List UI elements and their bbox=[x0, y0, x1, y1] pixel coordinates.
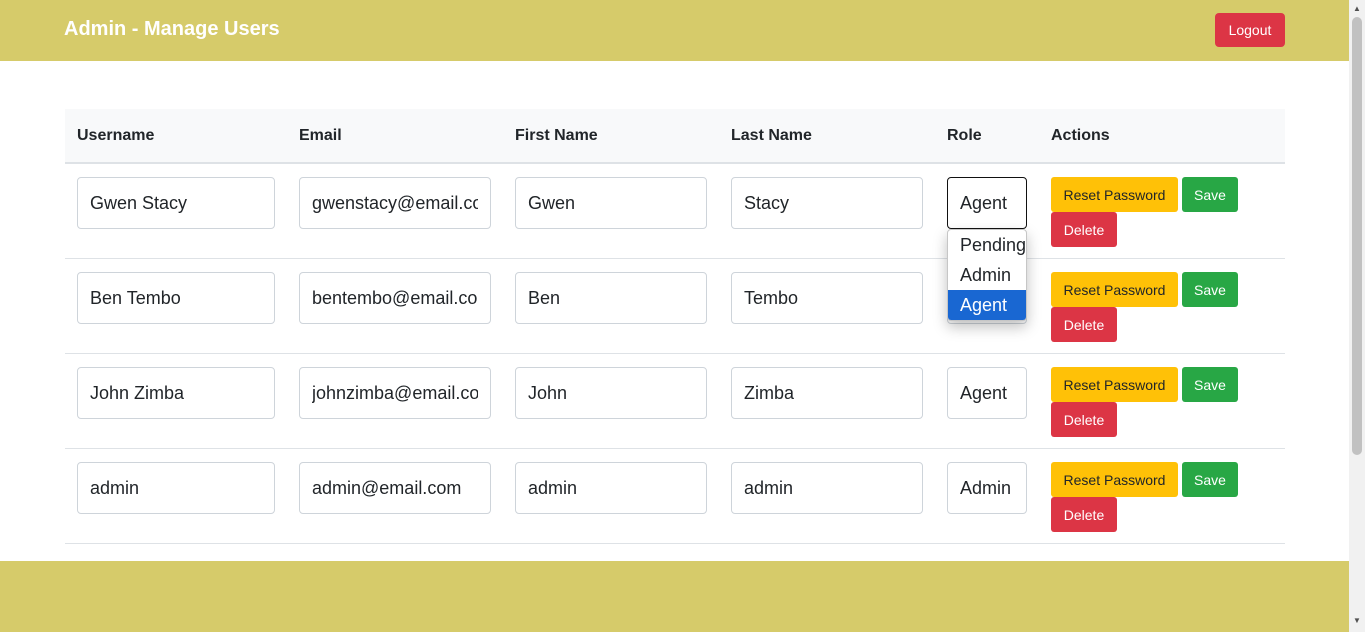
first-name-input[interactable] bbox=[515, 462, 707, 514]
reset-password-button[interactable]: Reset Password bbox=[1051, 177, 1178, 212]
delete-button[interactable]: Delete bbox=[1051, 212, 1117, 247]
role-option-pending[interactable]: Pending bbox=[948, 230, 1026, 260]
reset-password-button[interactable]: Reset Password bbox=[1051, 462, 1178, 497]
table-row: Reset Password Save Delete bbox=[65, 164, 1285, 259]
column-header-actions: Actions bbox=[1051, 127, 1110, 144]
username-input[interactable] bbox=[77, 462, 275, 514]
first-name-input[interactable] bbox=[515, 177, 707, 229]
email-input[interactable] bbox=[299, 272, 491, 324]
page-title: Admin - Manage Users bbox=[64, 18, 280, 40]
save-button[interactable]: Save bbox=[1182, 462, 1238, 497]
column-header-username: Username bbox=[77, 127, 155, 144]
role-select[interactable] bbox=[947, 367, 1027, 419]
column-header-last-name: Last Name bbox=[731, 127, 812, 144]
column-header-role: Role bbox=[947, 127, 982, 144]
first-name-input[interactable] bbox=[515, 367, 707, 419]
role-option-admin[interactable]: Admin bbox=[948, 260, 1026, 290]
table-row: Reset Password Save Delete bbox=[65, 354, 1285, 449]
vertical-scrollbar[interactable]: ▲ ▼ bbox=[1349, 0, 1365, 632]
delete-button[interactable]: Delete bbox=[1051, 497, 1117, 532]
reset-password-button[interactable]: Reset Password bbox=[1051, 272, 1178, 307]
header-bar: Admin - Manage Users Logout bbox=[0, 0, 1349, 61]
delete-button[interactable]: Delete bbox=[1051, 402, 1117, 437]
save-button[interactable]: Save bbox=[1182, 272, 1238, 307]
table-row: Reset Password Save Delete bbox=[65, 259, 1285, 354]
footer-bar bbox=[0, 561, 1349, 632]
column-header-first-name: First Name bbox=[515, 127, 598, 144]
scroll-down-arrow-icon[interactable]: ▼ bbox=[1353, 616, 1361, 625]
delete-button[interactable]: Delete bbox=[1051, 307, 1117, 342]
email-input[interactable] bbox=[299, 177, 491, 229]
last-name-input[interactable] bbox=[731, 462, 923, 514]
role-select[interactable] bbox=[947, 462, 1027, 514]
last-name-input[interactable] bbox=[731, 367, 923, 419]
reset-password-button[interactable]: Reset Password bbox=[1051, 367, 1178, 402]
save-button[interactable]: Save bbox=[1182, 367, 1238, 402]
table-row: Reset Password Save Delete bbox=[65, 449, 1285, 544]
email-input[interactable] bbox=[299, 367, 491, 419]
first-name-input[interactable] bbox=[515, 272, 707, 324]
username-input[interactable] bbox=[77, 367, 275, 419]
column-header-email: Email bbox=[299, 127, 342, 144]
scrollbar-thumb[interactable] bbox=[1352, 17, 1362, 455]
table-header: Username Email First Name Last Name Role… bbox=[65, 109, 1285, 164]
email-input[interactable] bbox=[299, 462, 491, 514]
username-input[interactable] bbox=[77, 177, 275, 229]
role-dropdown-menu: Pending Admin Agent bbox=[947, 229, 1027, 321]
logout-button[interactable]: Logout bbox=[1215, 13, 1285, 47]
users-table: Username Email First Name Last Name Role… bbox=[65, 109, 1285, 544]
last-name-input[interactable] bbox=[731, 272, 923, 324]
username-input[interactable] bbox=[77, 272, 275, 324]
role-option-agent[interactable]: Agent bbox=[948, 290, 1026, 320]
save-button[interactable]: Save bbox=[1182, 177, 1238, 212]
role-select[interactable] bbox=[947, 177, 1027, 229]
scroll-up-arrow-icon[interactable]: ▲ bbox=[1353, 4, 1361, 13]
last-name-input[interactable] bbox=[731, 177, 923, 229]
